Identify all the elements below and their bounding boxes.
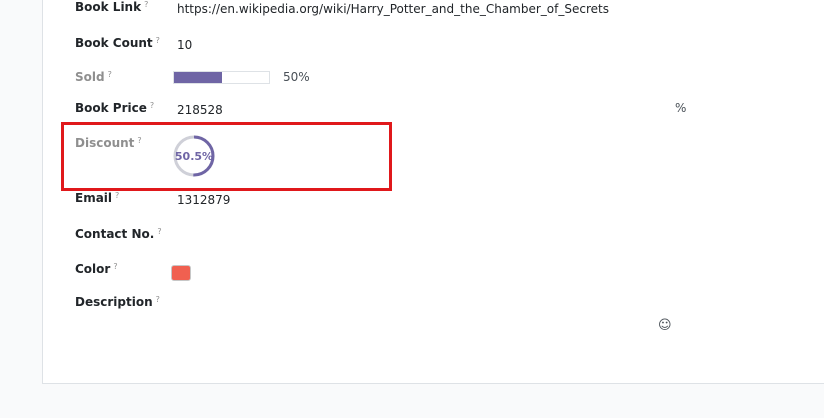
color-label: Color? — [75, 262, 118, 276]
color-swatch[interactable] — [171, 265, 191, 281]
book-price-help-icon[interactable]: ? — [150, 101, 154, 110]
sold-progress-bar — [173, 71, 270, 84]
description-label: Description? — [75, 295, 160, 309]
smiley-icon[interactable]: ☺ — [658, 318, 672, 333]
contact-no-label: Contact No.? — [75, 227, 162, 241]
sold-help-icon[interactable]: ? — [108, 70, 112, 79]
book-link-label: Book Link? — [75, 0, 149, 14]
discount-highlight-box — [61, 122, 392, 191]
email-help-icon[interactable]: ? — [115, 191, 119, 200]
discount-label: Discount? — [75, 136, 142, 150]
sold-progress-text: 50% — [283, 70, 310, 84]
discount-gauge-text: 50.5% — [174, 149, 214, 163]
book-link-value[interactable]: https://en.wikipedia.org/wiki/Harry_Pott… — [177, 2, 609, 16]
email-label: Email? — [75, 191, 120, 205]
sold-label: Sold? — [75, 70, 112, 84]
email-input[interactable]: 1312879 — [177, 193, 230, 207]
form-sheet — [42, 0, 824, 384]
description-help-icon[interactable]: ? — [156, 295, 160, 304]
sold-progress-fill — [174, 72, 222, 83]
book-link-help-icon[interactable]: ? — [144, 0, 148, 9]
color-help-icon[interactable]: ? — [113, 262, 117, 271]
book-price-input[interactable]: 218528 — [177, 103, 223, 117]
book-price-label: Book Price? — [75, 101, 155, 115]
contact-no-help-icon[interactable]: ? — [157, 227, 161, 236]
book-price-percent-suffix: % — [675, 101, 687, 115]
book-count-label: Book Count? — [75, 36, 160, 50]
book-count-help-icon[interactable]: ? — [156, 36, 160, 45]
discount-help-icon[interactable]: ? — [137, 136, 141, 145]
book-count-input[interactable]: 10 — [177, 38, 192, 52]
